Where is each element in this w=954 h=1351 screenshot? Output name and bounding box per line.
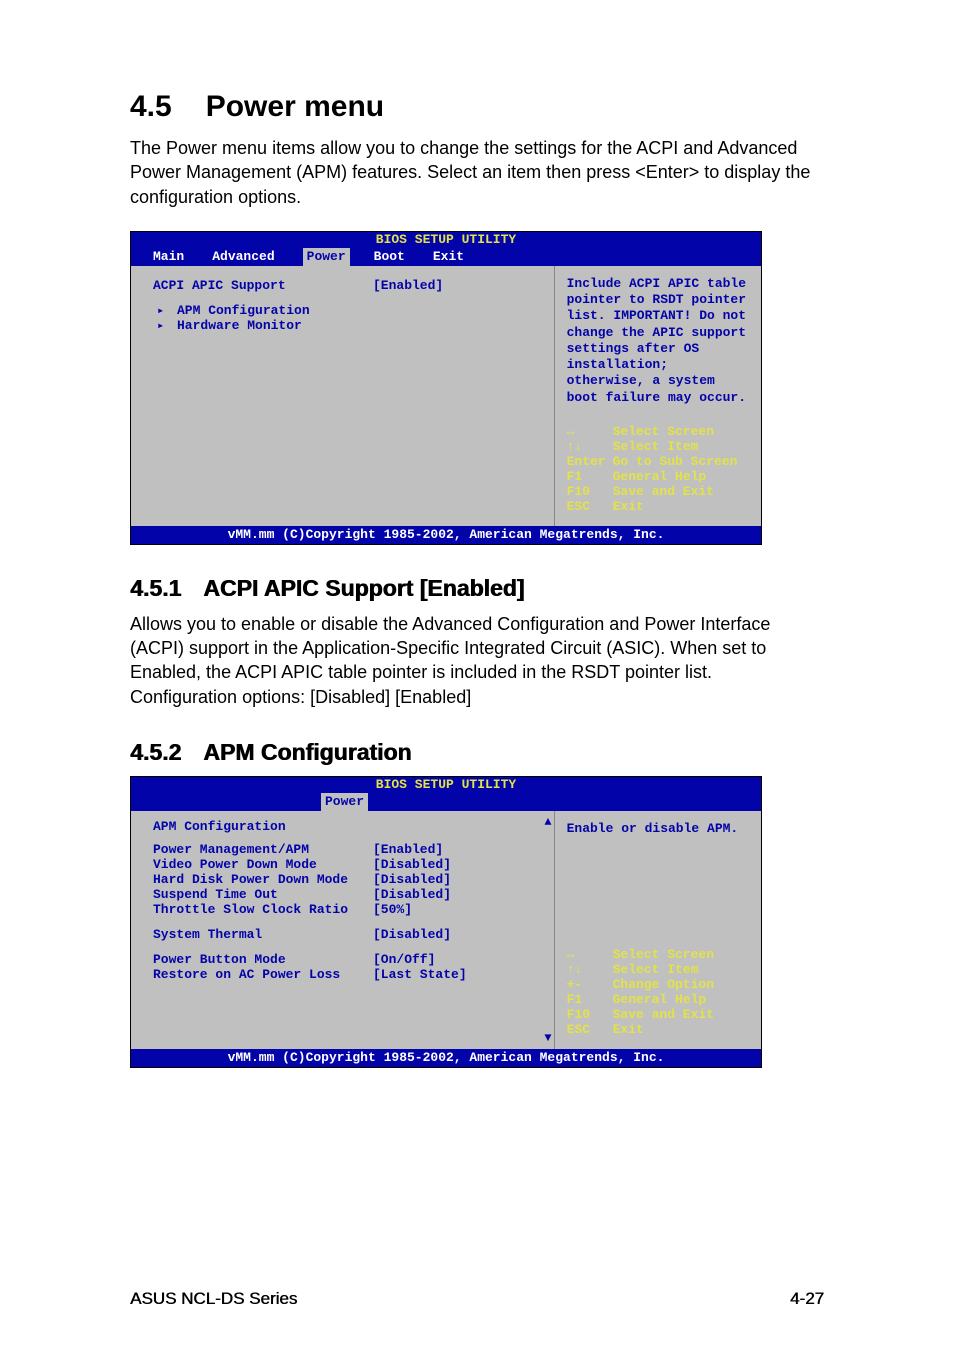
bios-tab-bar: Power <box>131 793 761 811</box>
bios-item-hd-pdm[interactable]: Hard Disk Power Down Mode[Disabled] <box>153 872 544 887</box>
subsection-451-body: Allows you to enable or disable the Adva… <box>130 612 824 709</box>
bios-main-panel: ACPI APIC Support [Enabled] APM Configur… <box>131 266 554 526</box>
nav-desc: Select Item <box>613 962 699 977</box>
nav-desc: Go to Sub Screen <box>613 454 738 469</box>
nav-key: F1 <box>567 992 613 1007</box>
bios-item-value: [Disabled] <box>373 872 451 887</box>
bios-item-value: [Enabled] <box>373 842 443 857</box>
subsection-title: ACPI APIC Support [Enabled] <box>203 575 524 601</box>
subsection-452: 4.5.2 APM Configuration <box>130 739 824 766</box>
bios-item-system-thermal[interactable]: System Thermal[Disabled] <box>153 927 544 942</box>
nav-key: ESC <box>567 1022 613 1037</box>
scroll-up-icon[interactable]: ▲ <box>544 815 551 829</box>
bios-submenu-hardware-monitor[interactable]: Hardware Monitor <box>153 318 544 333</box>
bios-item-label: System Thermal <box>153 927 373 942</box>
nav-desc: Select Screen <box>613 424 714 439</box>
section-number: 4.5 <box>130 90 172 123</box>
bios-item-label: Power Management/APM <box>153 842 373 857</box>
bios-help-text: Enable or disable APM. <box>567 821 751 837</box>
nav-desc: Change Option <box>613 977 714 992</box>
nav-desc: General Help <box>613 992 707 1007</box>
bios-item-value: [50%] <box>373 902 412 917</box>
bios-item-value: [Last State] <box>373 967 467 982</box>
nav-desc: Save and Exit <box>613 484 714 499</box>
bios-tab-bar: Main Advanced Power Boot Exit <box>131 248 761 266</box>
nav-key: ↔ <box>567 424 613 439</box>
nav-key: ↑↓ <box>567 962 613 977</box>
intro-paragraph: The Power menu items allow you to change… <box>130 136 824 209</box>
subsection-451: 4.5.1 ACPI APIC Support [Enabled] <box>130 575 824 602</box>
bios-screenshot-apm-config: BIOS SETUP UTILITY Power ▲ APM Configura… <box>130 776 762 1068</box>
nav-desc: General Help <box>613 469 707 484</box>
bios-item-pm-apm[interactable]: Power Management/APM[Enabled] <box>153 842 544 857</box>
bios-item-acpi-apic[interactable]: ACPI APIC Support [Enabled] <box>153 278 544 293</box>
page-footer: ASUS NCL-DS Series 4-27 <box>130 1289 824 1309</box>
bios-title: BIOS SETUP UTILITY <box>131 232 761 248</box>
nav-key: Enter <box>567 454 613 469</box>
bios-tab-power[interactable]: Power <box>321 793 368 811</box>
nav-key: ↔ <box>567 947 613 962</box>
bios-help-panel: Include ACPI APIC table pointer to RSDT … <box>554 266 761 526</box>
nav-key: ↑↓ <box>567 439 613 454</box>
footer-product: ASUS NCL-DS Series <box>130 1289 297 1309</box>
bios-help-panel: Enable or disable APM. ↔Select Screen ↑↓… <box>554 811 761 1049</box>
bios-item-value: [Disabled] <box>373 927 451 942</box>
bios-item-label: Video Power Down Mode <box>153 857 373 872</box>
bios-help-text: Include ACPI APIC table pointer to RSDT … <box>567 276 751 406</box>
nav-key: F1 <box>567 469 613 484</box>
nav-desc: Select Screen <box>613 947 714 962</box>
bios-item-label: Hard Disk Power Down Mode <box>153 872 373 887</box>
nav-desc: Select Item <box>613 439 699 454</box>
bios-item-label: Throttle Slow Clock Ratio <box>153 902 373 917</box>
section-heading: 4.5 Power menu <box>130 90 824 124</box>
nav-desc: Exit <box>613 1022 644 1037</box>
nav-key: F10 <box>567 484 613 499</box>
nav-desc: Exit <box>613 499 644 514</box>
bios-item-label: Restore on AC Power Loss <box>153 967 373 982</box>
section-title: Power menu <box>206 90 384 123</box>
bios-item-video-pdm[interactable]: Video Power Down Mode[Disabled] <box>153 857 544 872</box>
bios-tab-main[interactable]: Main <box>153 248 198 266</box>
bios-tab-advanced[interactable]: Advanced <box>212 248 288 266</box>
bios-submenu-apm-config[interactable]: APM Configuration <box>153 303 544 318</box>
bios-item-restore-ac-loss[interactable]: Restore on AC Power Loss[Last State] <box>153 967 544 982</box>
bios-item-suspend-timeout[interactable]: Suspend Time Out[Disabled] <box>153 887 544 902</box>
bios-copyright: vMM.mm (C)Copyright 1985-2002, American … <box>131 526 761 544</box>
bios-tab-boot[interactable]: Boot <box>374 248 419 266</box>
bios-item-value: [Disabled] <box>373 887 451 902</box>
bios-nav-help: ↔Select Screen ↑↓Select Item +-Change Op… <box>567 947 751 1037</box>
bios-item-power-button-mode[interactable]: Power Button Mode[On/Off] <box>153 952 544 967</box>
bios-screenshot-power-menu: BIOS SETUP UTILITY Main Advanced Power B… <box>130 231 762 545</box>
subsection-title: APM Configuration <box>203 739 411 765</box>
nav-desc: Save and Exit <box>613 1007 714 1022</box>
bios-item-value: [Disabled] <box>373 857 451 872</box>
nav-key: +- <box>567 977 613 992</box>
bios-tab-exit[interactable]: Exit <box>433 248 478 266</box>
bios-item-label: ACPI APIC Support <box>153 278 373 293</box>
scroll-down-icon[interactable]: ▼ <box>544 1031 551 1045</box>
bios-item-value: [Enabled] <box>373 278 443 293</box>
subsection-number: 4.5.1 <box>130 575 181 601</box>
bios-title: BIOS SETUP UTILITY <box>131 777 761 793</box>
footer-page-number: 4-27 <box>790 1289 824 1309</box>
bios-item-label: Power Button Mode <box>153 952 373 967</box>
bios-copyright: vMM.mm (C)Copyright 1985-2002, American … <box>131 1049 761 1067</box>
bios-panel-header: APM Configuration <box>153 819 544 834</box>
bios-nav-help: ↔Select Screen ↑↓Select Item EnterGo to … <box>567 424 751 514</box>
nav-key: ESC <box>567 499 613 514</box>
bios-item-throttle-ratio[interactable]: Throttle Slow Clock Ratio[50%] <box>153 902 544 917</box>
bios-item-label: Suspend Time Out <box>153 887 373 902</box>
bios-item-value: [On/Off] <box>373 952 435 967</box>
bios-tab-power[interactable]: Power <box>303 248 350 266</box>
subsection-number: 4.5.2 <box>130 739 181 765</box>
nav-key: F10 <box>567 1007 613 1022</box>
bios-main-panel: ▲ APM Configuration Power Management/APM… <box>131 811 554 1049</box>
